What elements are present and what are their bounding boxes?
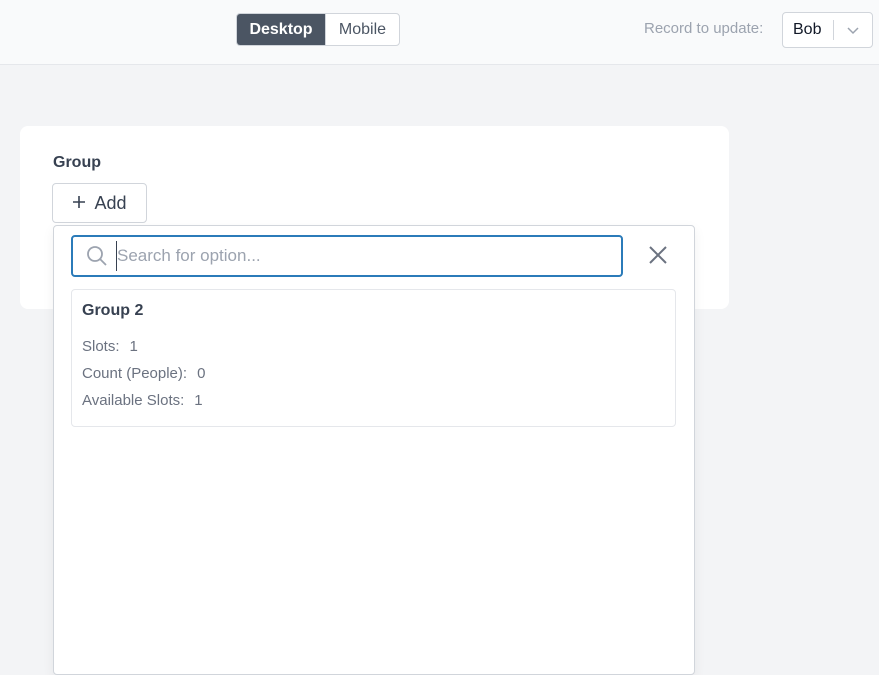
- add-button-label: Add: [94, 192, 127, 213]
- record-to-update-label: Record to update:: [644, 20, 764, 37]
- group-field-label: Group: [53, 154, 101, 171]
- option-row-value: 0: [197, 365, 206, 382]
- option-row-label: Available Slots:: [82, 392, 185, 409]
- option-title: Group 2: [82, 302, 144, 319]
- search-input[interactable]: [116, 241, 596, 271]
- chevron-down-icon[interactable]: [834, 23, 872, 37]
- record-select-value: Bob: [793, 21, 822, 38]
- option-row-count-people: Count (People): 0: [82, 365, 205, 382]
- option-row-value: 1: [194, 392, 203, 409]
- option-row-slots: Slots: 1: [82, 338, 138, 355]
- option-row-label: Slots:: [82, 338, 120, 355]
- search-box: [71, 235, 623, 277]
- mobile-toggle-button[interactable]: Mobile: [325, 14, 399, 45]
- record-select[interactable]: Bob: [782, 12, 873, 48]
- option-item[interactable]: Group 2 Slots: 1 Count (People): 0 Availab…: [71, 289, 676, 427]
- plus-icon: [72, 193, 86, 214]
- option-row-label: Count (People):: [82, 365, 188, 382]
- add-button[interactable]: Add: [52, 183, 147, 223]
- top-bar: Desktop Mobile Record to update: Bob: [0, 0, 879, 65]
- desktop-toggle-button[interactable]: Desktop: [237, 14, 325, 45]
- option-row-available-slots: Available Slots: 1: [82, 392, 203, 409]
- option-row-value: 1: [129, 338, 138, 355]
- option-picker-popover: Group 2 Slots: 1 Count (People): 0 Availab…: [53, 225, 695, 675]
- view-toggle: Desktop Mobile: [236, 13, 400, 46]
- search-icon: [86, 245, 108, 267]
- close-icon[interactable]: [646, 243, 670, 267]
